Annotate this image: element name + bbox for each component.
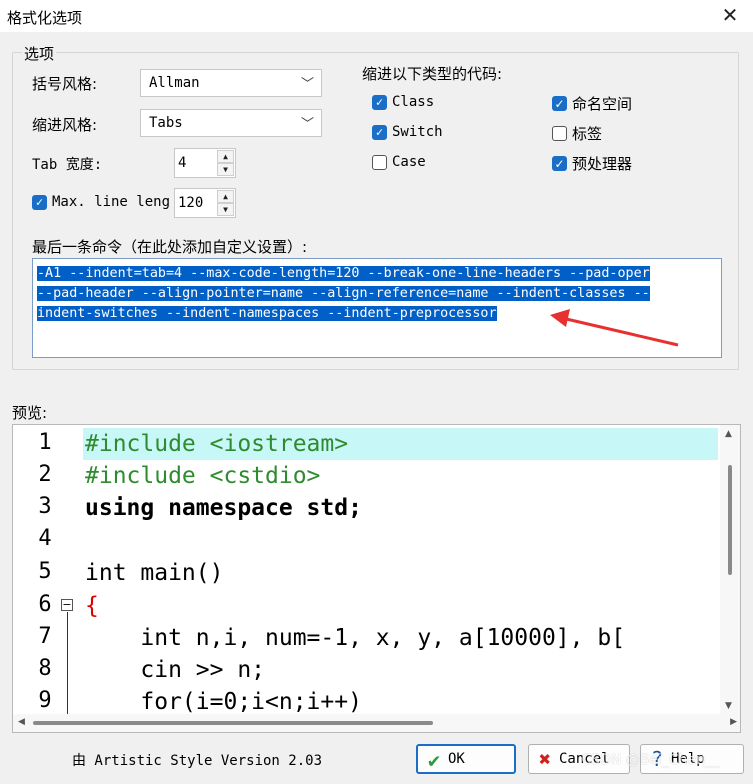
ok-label: OK bbox=[448, 751, 465, 767]
line-number: 7 bbox=[38, 624, 52, 649]
chevron-down-icon: ﹀ bbox=[300, 77, 314, 92]
horizontal-scrollbar[interactable]: ◀ ▶ bbox=[13, 714, 740, 732]
line-number: 4 bbox=[38, 526, 52, 551]
checkbox-checked-icon[interactable]: ✓ bbox=[32, 194, 47, 210]
command-line-1: -A1 --indent=tab=4 --max-code-length=120… bbox=[37, 266, 650, 281]
switch-label: Switch bbox=[392, 124, 443, 140]
spin-up-icon[interactable]: ▲ bbox=[217, 190, 234, 203]
scroll-right-icon[interactable]: ▶ bbox=[730, 717, 737, 727]
preprocessor-label: 预处理器 bbox=[572, 155, 633, 173]
class-checkbox[interactable]: ✓ Class bbox=[372, 94, 434, 110]
bracket-style-value: Allman bbox=[149, 75, 200, 91]
line-number: 2 bbox=[38, 462, 52, 487]
fold-collapse-icon[interactable]: − bbox=[61, 599, 73, 611]
max-line-checkbox[interactable]: ✓ Max. line leng bbox=[32, 194, 170, 210]
checkmark-icon: ✔ bbox=[428, 748, 441, 772]
window-title: 格式化选项 bbox=[7, 9, 83, 27]
spin-down-icon[interactable]: ▼ bbox=[217, 163, 234, 176]
max-line-value: 120 bbox=[178, 195, 204, 211]
title-bar: 格式化选项 ✕ bbox=[0, 0, 753, 33]
code-line: cin >> n; bbox=[85, 657, 266, 683]
line-number: 1 bbox=[38, 430, 52, 455]
indent-types-label: 缩进以下类型的代码: bbox=[362, 65, 503, 83]
code-line: for(i=0;i<n;i++) bbox=[85, 689, 362, 715]
checkbox-checked-icon[interactable]: ✓ bbox=[552, 156, 567, 171]
command-line-3: indent-switches --indent-namespaces --in… bbox=[37, 306, 497, 321]
bracket-style-label: 括号风格: bbox=[32, 75, 98, 93]
line-number-gutter: 1 2 3 4 5 6 7 8 9 − bbox=[13, 425, 81, 717]
tab-width-stepper[interactable]: 4 ▲ ▼ bbox=[174, 148, 236, 178]
ok-button[interactable]: ✔ OK bbox=[416, 744, 516, 774]
watermark: CSDN @Bei_Chen__ bbox=[581, 752, 719, 768]
code-line: using namespace std; bbox=[85, 495, 362, 521]
annotation-arrow-icon bbox=[550, 309, 679, 347]
close-icon[interactable]: ✕ bbox=[717, 4, 743, 28]
label-checkbox[interactable]: 标签 bbox=[552, 123, 602, 144]
preview-editor[interactable]: 1 2 3 4 5 6 7 8 9 − #include <iostream> … bbox=[12, 424, 741, 733]
tab-width-value: 4 bbox=[178, 155, 187, 171]
checkbox-checked-icon[interactable]: ✓ bbox=[552, 96, 567, 111]
code-area[interactable]: #include <iostream> #include <cstdio> us… bbox=[83, 425, 719, 715]
label-label: 标签 bbox=[572, 125, 603, 143]
max-line-label: Max. line leng bbox=[52, 194, 171, 210]
version-text: 由 Artistic Style Version 2.03 bbox=[72, 753, 323, 769]
line-number: 9 bbox=[38, 688, 52, 713]
checkbox-unchecked-icon[interactable] bbox=[372, 154, 387, 170]
indent-style-select[interactable]: Tabs ﹀ bbox=[140, 109, 322, 137]
vertical-scrollbar[interactable]: ▲ ▼ bbox=[720, 425, 740, 715]
chevron-down-icon: ﹀ bbox=[300, 117, 314, 132]
case-label: Case bbox=[392, 154, 426, 170]
scroll-thumb[interactable] bbox=[728, 465, 732, 575]
code-line: int n,i, num=-1, x, y, a[10000], b[ bbox=[85, 625, 626, 651]
cross-icon: ✖ bbox=[539, 747, 552, 771]
code-line: int main() bbox=[85, 560, 224, 586]
scroll-up-icon[interactable]: ▲ bbox=[725, 429, 732, 439]
indent-style-value: Tabs bbox=[149, 115, 183, 131]
options-legend: 选项 bbox=[22, 43, 57, 64]
namespace-checkbox[interactable]: ✓ 命名空间 bbox=[552, 93, 632, 114]
code-line: #include <iostream> bbox=[83, 428, 718, 460]
line-number: 5 bbox=[38, 559, 52, 584]
spin-down-icon[interactable]: ▼ bbox=[217, 203, 234, 216]
preview-label: 预览: bbox=[12, 404, 48, 422]
namespace-label: 命名空间 bbox=[572, 95, 633, 113]
checkbox-checked-icon[interactable]: ✓ bbox=[372, 124, 387, 140]
max-line-stepper[interactable]: 120 ▲ ▼ bbox=[174, 188, 236, 218]
line-number: 8 bbox=[38, 656, 52, 681]
fold-line bbox=[67, 612, 68, 717]
tab-width-label: Tab 宽度: bbox=[32, 157, 103, 173]
preprocessor-checkbox[interactable]: ✓ 预处理器 bbox=[552, 153, 632, 174]
scroll-left-icon[interactable]: ◀ bbox=[18, 717, 25, 727]
checkbox-checked-icon[interactable]: ✓ bbox=[372, 94, 387, 110]
scroll-thumb[interactable] bbox=[33, 721, 433, 725]
indent-style-label: 缩进风格: bbox=[32, 116, 98, 134]
spin-up-icon[interactable]: ▲ bbox=[217, 150, 234, 163]
line-number: 3 bbox=[38, 494, 52, 519]
class-label: Class bbox=[392, 94, 435, 110]
command-line-2: --pad-header --align-pointer=name --alig… bbox=[37, 286, 650, 301]
bracket-style-select[interactable]: Allman ﹀ bbox=[140, 69, 322, 97]
checkbox-unchecked-icon[interactable] bbox=[552, 126, 567, 141]
code-line: #include <cstdio> bbox=[85, 463, 321, 489]
scroll-down-icon[interactable]: ▼ bbox=[725, 701, 732, 711]
case-checkbox[interactable]: Case bbox=[372, 154, 426, 170]
switch-checkbox[interactable]: ✓ Switch bbox=[372, 124, 443, 140]
code-line: { bbox=[85, 593, 99, 619]
line-number: 6 bbox=[38, 592, 52, 617]
last-command-label: 最后一条命令（在此处添加自定义设置）: bbox=[32, 238, 308, 256]
